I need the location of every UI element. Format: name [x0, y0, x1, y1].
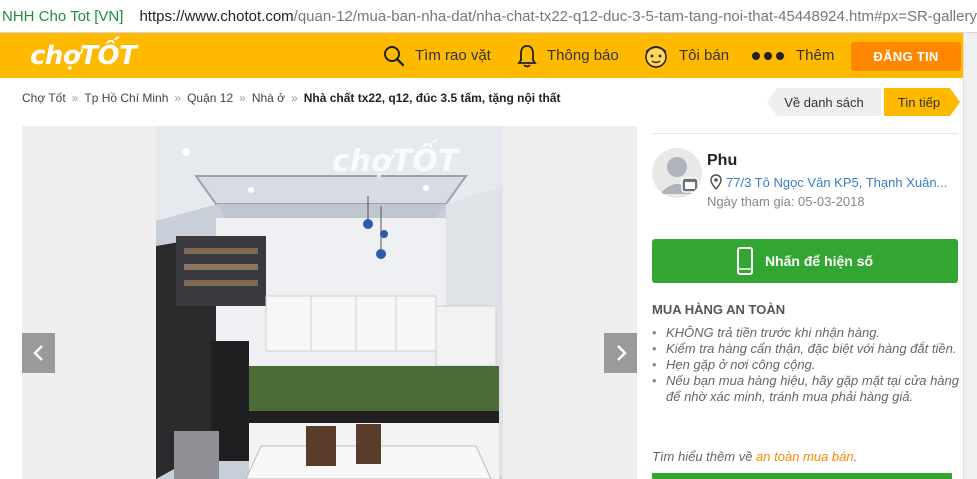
safety-tips: MUA HÀNG AN TOÀN KHÔNG trả tiền trước kh…	[652, 302, 962, 405]
breadcrumb-current: Nhà chất tx22, q12, đúc 3.5 tấm, tặng nộ…	[303, 91, 561, 105]
location-pin-icon	[710, 174, 722, 190]
nav-my-ads-label: Tôi bán	[679, 47, 730, 64]
nav-search-label: Tìm rao vặt	[415, 47, 491, 64]
breadcrumb-separator: »	[71, 91, 79, 105]
next-section-bar	[652, 473, 952, 479]
breadcrumb-item[interactable]: Tp Hồ Chí Minh	[84, 91, 168, 105]
breadcrumb: Chợ Tốt » Tp Hồ Chí Minh » Quận 12 » Nhà…	[22, 91, 560, 105]
nav-search[interactable]: Tìm rao vặt	[383, 33, 491, 78]
safety-more-suffix: .	[853, 449, 858, 464]
seller-avatar[interactable]	[652, 148, 702, 198]
breadcrumb-item[interactable]: Chợ Tốt	[22, 91, 66, 105]
phone-icon	[736, 247, 753, 275]
safety-tip: KHÔNG trả tiền trước khi nhận hàng.	[652, 325, 962, 341]
seller-address[interactable]: 77/3 Tô Ngọc Vân KP5, Thạnh Xuân...	[710, 174, 947, 190]
chevron-left-icon	[32, 345, 43, 361]
photo-watermark: chợTỐT	[332, 144, 459, 179]
seller-face-icon	[645, 45, 667, 68]
scrollbar[interactable]	[963, 33, 977, 479]
url-host: https://www.chotot.com	[139, 7, 294, 25]
gallery-next-button[interactable]	[604, 333, 637, 373]
breadcrumb-separator: »	[239, 91, 246, 105]
chotot-logo[interactable]: chợTỐT	[30, 41, 137, 71]
seller-address-text: 77/3 Tô Ngọc Vân KP5, Thạnh Xuân...	[726, 174, 948, 190]
breadcrumb-separator: »	[291, 91, 298, 105]
breadcrumb-separator: »	[174, 91, 182, 105]
show-phone-label: Nhấn để hiện số	[764, 253, 874, 269]
breadcrumb-item[interactable]: Quận 12	[187, 91, 233, 105]
safety-tip: Nếu bạn mua hàng hiệu, hãy gặp mặt tại c…	[652, 373, 962, 405]
next-listing-button[interactable]: Tin tiếp	[884, 88, 960, 116]
url-path: /quan-12/mua-ban-nha-dat/nha-chat-tx22-q…	[293, 7, 977, 25]
bell-icon	[517, 44, 537, 67]
nav-my-ads[interactable]: Tôi bán	[643, 33, 729, 78]
breadcrumb-item[interactable]: Nhà ở	[252, 91, 285, 105]
site-header: chợTỐT Tìm rao vặt Thông báo Tôi bán Thê…	[0, 33, 963, 78]
address-bar[interactable]: NHH Cho Tot [VN] https://www.chotot.com /…	[0, 0, 977, 33]
chevron-right-icon	[616, 345, 627, 361]
back-to-list-button[interactable]: Về danh sách	[767, 88, 881, 116]
more-dots-icon	[752, 51, 784, 60]
nav-notifications-label: Thông báo	[547, 47, 619, 64]
nav-notifications[interactable]: Thông báo	[517, 33, 619, 78]
safety-more-link[interactable]: an toàn mua bán	[756, 449, 854, 464]
safety-title: MUA HÀNG AN TOÀN	[652, 302, 786, 317]
site-identity: NHH Cho Tot [VN]	[2, 7, 124, 25]
safety-more-prefix: Tìm hiểu thêm về	[652, 449, 757, 464]
user-avatar-icon	[660, 157, 699, 194]
safety-tip: Hẹn gặp ở nơi công cộng.	[652, 357, 962, 373]
safety-more: Tìm hiểu thêm về an toàn mua bán.	[652, 449, 857, 464]
post-ad-button[interactable]: ĐĂNG TIN	[851, 42, 961, 71]
seller-name[interactable]: Phu	[707, 152, 737, 170]
nav-more-label: Thêm	[796, 47, 835, 64]
gallery-prev-button[interactable]	[22, 333, 55, 373]
listing-photo[interactable]: chợTỐT	[156, 126, 503, 479]
safety-list: KHÔNG trả tiền trước khi nhận hàng. Kiểm…	[652, 325, 962, 405]
photo-gallery: chợTỐT	[22, 126, 637, 479]
show-phone-button[interactable]: Nhấn để hiện số	[652, 239, 958, 283]
safety-tip: Kiểm tra hàng cẩn thận, đặc biệt với hàn…	[652, 341, 962, 357]
search-icon	[384, 45, 405, 66]
seller-card: Phu 77/3 Tô Ngọc Vân KP5, Thạnh Xuân... …	[652, 133, 958, 209]
nav-more[interactable]: Thêm	[752, 33, 834, 78]
seller-join-date: Ngày tham gia: 05-03-2018	[707, 194, 865, 209]
